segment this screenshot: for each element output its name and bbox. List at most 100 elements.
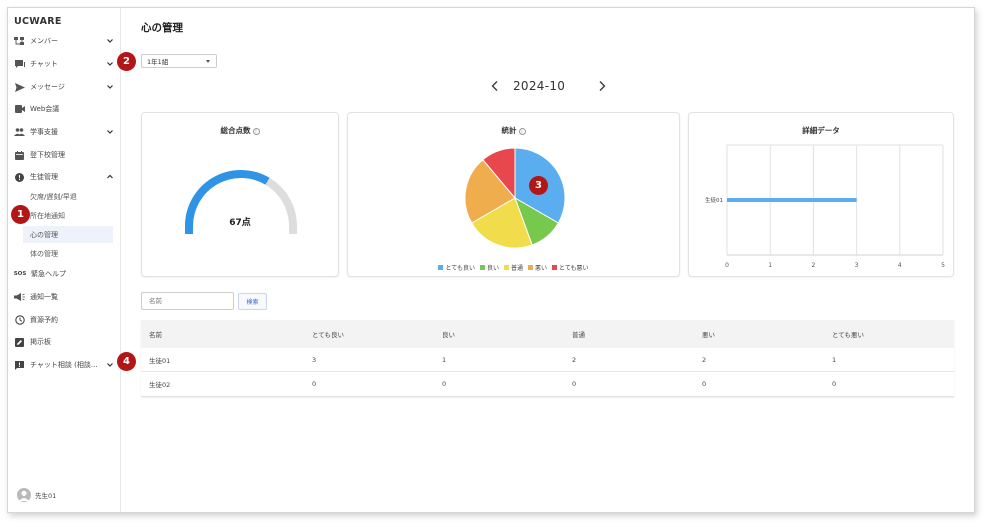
gauge-value: 67点 xyxy=(229,218,251,228)
detail-data-card: 詳細データ 0 1 2 3 4 5 生徒01 xyxy=(688,112,954,277)
sidebar-item-attendance[interactable]: 登下校管理 xyxy=(8,146,121,164)
sidebar-item-bulletin-board[interactable]: 掲示板 xyxy=(8,333,121,351)
x-tick-label: 2 xyxy=(811,262,815,269)
legend-item[interactable]: とても良い xyxy=(438,263,475,272)
megaphone-icon xyxy=(14,292,25,302)
statistics-card: 統計 i とても良い 良い 普通 悪い とても悪い xyxy=(347,112,680,277)
x-tick-label: 4 xyxy=(898,262,902,269)
sidebar-subitem-label: 欠席/遅刻/早退 xyxy=(30,192,77,201)
legend-item[interactable]: とても悪い xyxy=(552,263,589,272)
table-cell: 1 xyxy=(442,355,447,364)
legend-swatch xyxy=(479,265,485,270)
sidebar-item-chat[interactable]: チャット xyxy=(8,55,121,73)
alert-icon xyxy=(14,172,25,182)
group-icon xyxy=(14,127,25,137)
sidebar-item-label: チャット xyxy=(30,60,58,68)
send-icon xyxy=(14,82,25,92)
table-cell: 0 xyxy=(572,380,577,388)
legend-swatch xyxy=(503,265,509,270)
avatar xyxy=(17,488,31,502)
table-header-cell[interactable]: 名前 xyxy=(149,320,162,348)
search-button[interactable]: 検索 xyxy=(238,293,267,310)
class-select[interactable]: 1年1組 xyxy=(141,54,217,68)
table-header-cell[interactable]: 悪い xyxy=(702,320,715,348)
sidebar-item-emergency[interactable]: SOS 緊急ヘルプ xyxy=(8,265,121,283)
x-tick-label: 1 xyxy=(768,262,772,269)
sidebar-item-label: 登下校管理 xyxy=(30,151,65,159)
edit-icon xyxy=(14,337,25,347)
table-header-cell[interactable]: とても良い xyxy=(312,320,344,348)
sidebar-item-resource-booking[interactable]: 資源予約 xyxy=(8,311,121,329)
sidebar-item-label: 生徒管理 xyxy=(30,173,58,181)
legend-item[interactable]: 悪い xyxy=(528,263,547,272)
table-cell: 0 xyxy=(702,380,707,388)
legend-label: とても悪い xyxy=(559,265,589,272)
brand-logo: UCWARE xyxy=(14,16,62,27)
prev-month-button[interactable] xyxy=(489,79,501,93)
sidebar-subitem-absence[interactable]: 欠席/遅刻/早退 xyxy=(23,188,113,205)
table-header-cell[interactable]: 普通 xyxy=(572,320,585,348)
sidebar-item-label: メッセージ xyxy=(30,83,65,91)
user-name: 先生01 xyxy=(35,492,57,500)
page-title: 心の管理 xyxy=(141,22,183,34)
sidebar-item-label: メンバー xyxy=(30,37,58,45)
legend-label: 普通 xyxy=(510,265,523,272)
chevron-down-icon xyxy=(107,85,113,89)
table-cell: 2 xyxy=(702,355,707,364)
caret-down-icon xyxy=(206,60,210,63)
calendar-icon xyxy=(14,150,25,160)
table-header-cell[interactable]: とても悪い xyxy=(832,320,864,348)
month-label: 2024-10 xyxy=(513,79,566,93)
table-header-cell[interactable]: 良い xyxy=(442,320,455,348)
total-score-card: 総合点数 i 67点 xyxy=(141,112,339,277)
video-icon xyxy=(14,104,25,114)
current-user[interactable]: 先生01 xyxy=(17,488,56,502)
legend-swatch xyxy=(552,265,558,270)
table-cell: 1 xyxy=(832,355,837,364)
sidebar-item-chat-consultation[interactable]: チャット相談 (相談... xyxy=(8,356,121,374)
legend-item[interactable]: 普通 xyxy=(503,263,523,272)
sidebar-subitem-location[interactable]: 所在地通知 xyxy=(23,207,113,224)
annotation-marker-4: 4 xyxy=(117,352,136,371)
user-icon xyxy=(19,490,29,501)
chevron-down-icon xyxy=(107,130,113,134)
pie-legend: とても良い 良い 普通 悪い とても悪い xyxy=(348,263,679,272)
sidebar-subitem-label: 心の管理 xyxy=(30,230,58,239)
sidebar-item-label: Web会議 xyxy=(30,105,60,113)
table-row[interactable]: 生徒01 3 1 2 2 1 xyxy=(141,348,954,372)
x-tick-label: 0 xyxy=(725,262,729,269)
table-header-row: 名前 とても良い 良い 普通 悪い とても悪い xyxy=(141,320,954,348)
sidebar-item-web-meeting[interactable]: Web会議 xyxy=(8,100,121,118)
legend-swatch xyxy=(528,265,533,270)
legend-label: 良い xyxy=(486,265,499,272)
sidebar-subitem-label: 所在地通知 xyxy=(30,211,65,220)
chevron-up-icon xyxy=(107,174,113,179)
sidebar-item-academic-support[interactable]: 学事支援 xyxy=(8,123,121,141)
sidebar-item-label: 学事支援 xyxy=(30,128,58,136)
sidebar-item-message[interactable]: メッセージ xyxy=(8,78,121,96)
legend-item[interactable]: 良い xyxy=(479,263,499,272)
clock-icon xyxy=(14,315,25,325)
table-row[interactable]: 生徒02 0 0 0 0 0 xyxy=(141,372,954,396)
x-tick-label: 3 xyxy=(855,262,859,269)
x-tick-label: 5 xyxy=(941,262,945,269)
name-search-input[interactable] xyxy=(141,292,234,310)
next-month-button[interactable] xyxy=(596,79,608,93)
y-tick-label: 生徒01 xyxy=(705,196,723,204)
table-cell: 0 xyxy=(832,380,837,388)
table-cell: 生徒02 xyxy=(149,381,171,389)
sidebar-item-members[interactable]: メンバー xyxy=(8,32,121,50)
sidebar-subitem-mind[interactable]: 心の管理 xyxy=(23,226,113,243)
table-cell: 0 xyxy=(442,380,447,388)
sidebar-item-notifications[interactable]: 通知一覧 xyxy=(8,288,121,306)
legend-label: 悪い xyxy=(535,265,548,272)
chevron-down-icon xyxy=(107,363,113,367)
sidebar-item-student-management[interactable]: 生徒管理 xyxy=(8,168,121,186)
score-table: 名前 とても良い 良い 普通 悪い とても悪い 生徒01 3 1 2 2 1 生… xyxy=(141,320,954,397)
table-cell: 生徒01 xyxy=(149,356,171,365)
sidebar-subitem-body[interactable]: 体の管理 xyxy=(23,245,113,262)
annotation-marker-3: 3 xyxy=(529,176,548,195)
annotation-marker-2: 2 xyxy=(117,52,136,71)
sos-icon: SOS xyxy=(13,271,27,277)
bar xyxy=(727,198,857,202)
